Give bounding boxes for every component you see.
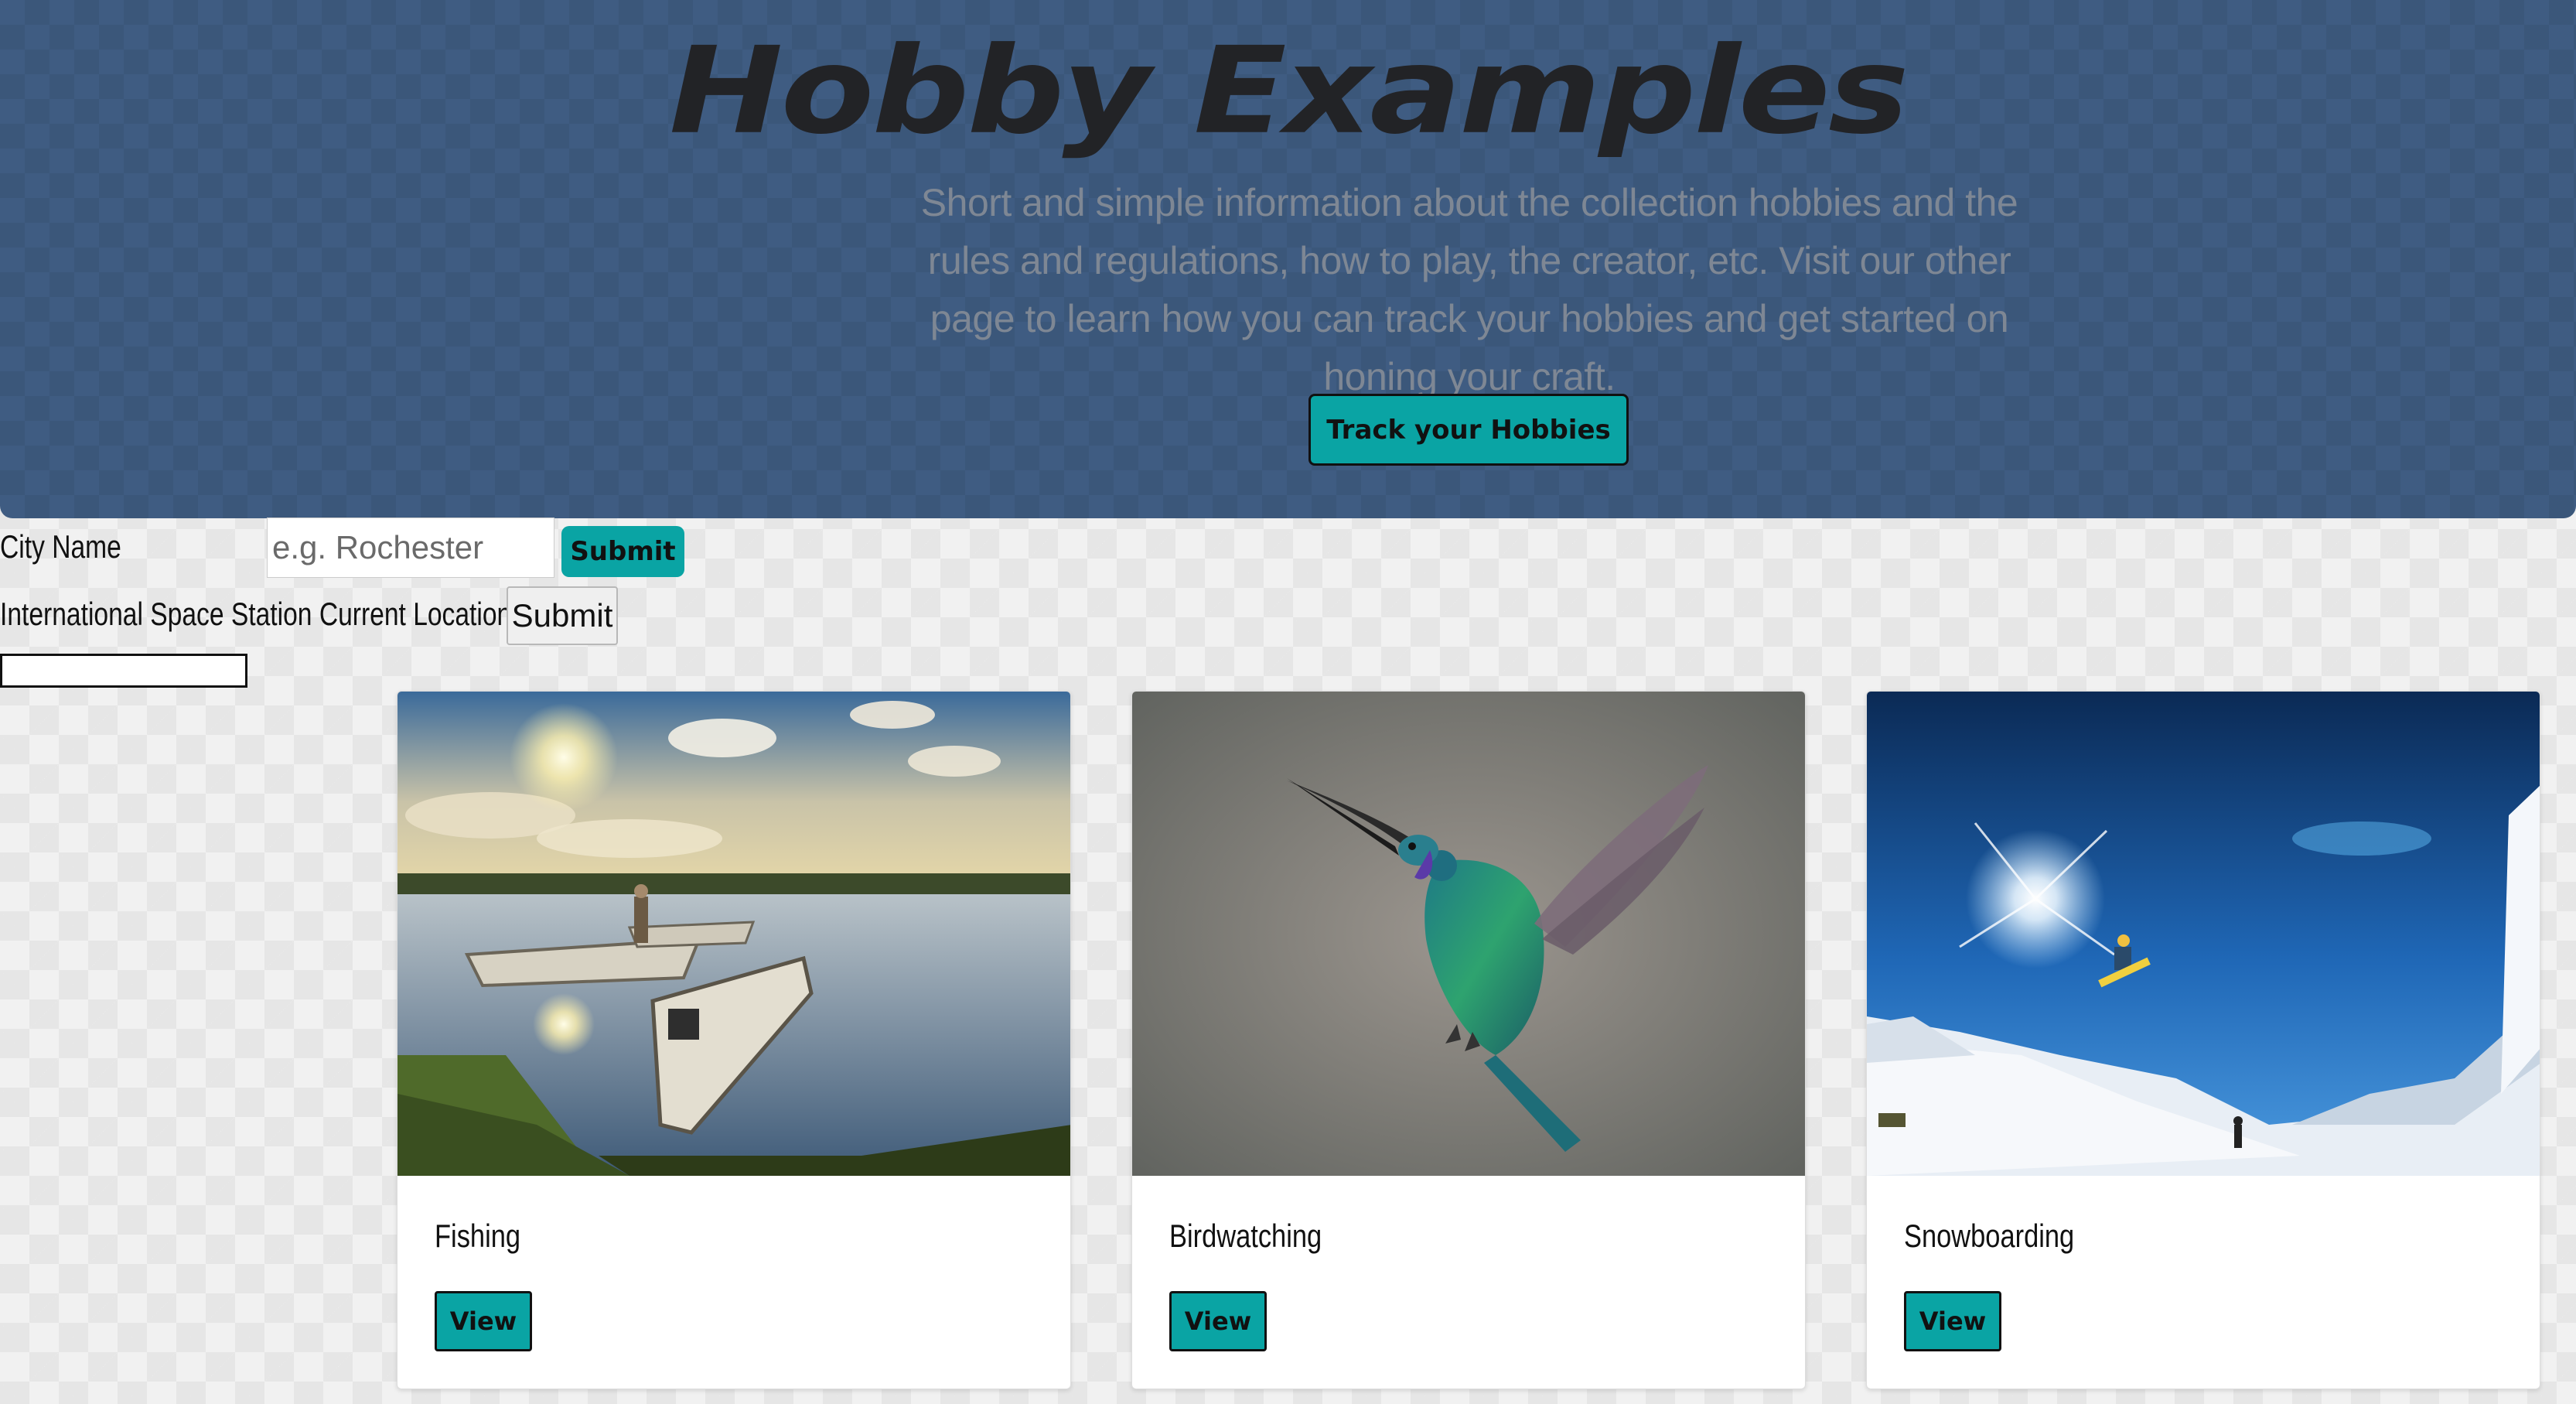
hero-banner: Hobby Examples Short and simple informat… [0, 0, 2576, 518]
view-fishing-button[interactable]: View [435, 1291, 532, 1351]
hummingbird-photo [1132, 692, 1805, 1176]
card-title: Fishing [435, 1218, 521, 1254]
hobby-card-birdwatching: Birdwatching View [1131, 691, 1806, 1389]
city-name-label: City Name [0, 528, 121, 565]
hero-description: Short and simple information about the c… [920, 181, 2018, 398]
view-birdwatching-button[interactable]: View [1169, 1291, 1267, 1351]
iss-submit-button[interactable]: Submit [507, 586, 618, 645]
city-submit-button[interactable]: Submit [561, 526, 684, 577]
iss-location-output [0, 654, 247, 688]
hobby-card-fishing: Fishing View [397, 691, 1071, 1389]
hobby-card-snowboarding: Snowboarding View [1866, 691, 2540, 1389]
card-title: Birdwatching [1169, 1218, 1322, 1254]
page-title: Hobby Examples [669, 21, 1909, 161]
card-title: Snowboarding [1904, 1218, 2075, 1254]
iss-location-label: International Space Station Current Loca… [0, 596, 512, 632]
track-hobbies-button[interactable]: Track your Hobbies [1308, 394, 1629, 466]
city-name-input[interactable] [267, 518, 554, 578]
view-snowboarding-button[interactable]: View [1904, 1291, 2001, 1351]
lake-boats-photo [397, 692, 1070, 1176]
snowboarder-photo [1867, 692, 2540, 1176]
